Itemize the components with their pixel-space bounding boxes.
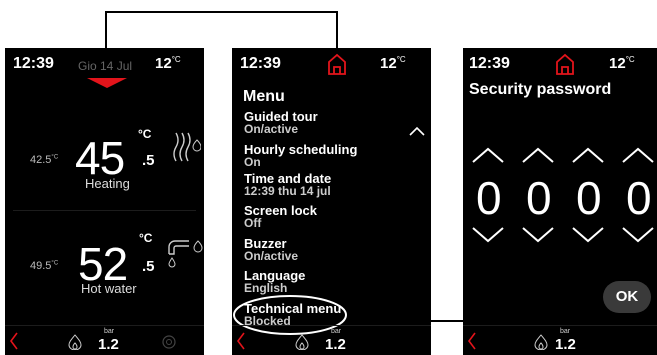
radiator-icon [173,132,201,162]
chevron-up-icon[interactable] [409,126,425,136]
divider [13,210,196,211]
back-arrow-icon[interactable] [467,331,477,351]
status-bar: 12:39 12°C [232,48,431,80]
outdoor-temp: 12°C [609,55,635,72]
pressure-value: 1.2 [555,336,576,353]
chevron-up-icon[interactable] [471,146,505,164]
screen-title: Security password [469,81,612,98]
bottom-bar: bar 1.2 [463,325,657,355]
clock: 12:39 [240,55,281,72]
menu-item-buzzer[interactable]: Buzzer On/active [244,237,298,262]
date: Gio 14 Jul [78,59,133,73]
bottom-bar: bar 1.2 [232,325,431,355]
hot-water-decimal: .5 [142,258,155,275]
chevron-up-icon[interactable] [571,146,605,164]
home-icon[interactable] [553,52,577,76]
flame-icon [534,334,548,350]
settings-icon[interactable] [160,333,178,351]
pressure-value: 1.2 [325,336,346,353]
password-digit-4[interactable]: 0 [626,171,652,225]
menu-item-screen-lock[interactable]: Screen lock Off [244,204,317,229]
menu-item-hourly-scheduling[interactable]: Hourly scheduling On [244,143,357,168]
status-bar: 12:39 Gio 14 Jul 12°C [5,48,204,80]
hot-water-label: Hot water [81,281,137,296]
ok-button[interactable]: OK [603,281,651,313]
pressure-unit: bar [104,328,115,335]
home-screen: 12:39 Gio 14 Jul 12°C 42.5°C 45 °C .5 He… [5,48,204,355]
menu-item-language[interactable]: Language English [244,269,305,294]
status-bar: 12:39 12°C [463,48,657,80]
menu-screen: 12:39 12°C Menu Guided tour On/active Hou… [232,48,431,355]
chevron-down-icon[interactable] [571,226,605,244]
pressure-value: 1.2 [98,336,119,353]
chevron-down-icon[interactable] [521,226,555,244]
bottom-bar: bar 1.2 [5,325,204,355]
flame-icon [295,334,309,350]
back-arrow-icon[interactable] [9,331,19,351]
chevron-up-icon[interactable] [521,146,555,164]
password-digit-2[interactable]: 0 [526,171,552,225]
hot-water-unit: °C [139,231,153,245]
hot-water-setpoint-ref: 49.5°C [30,260,59,272]
pressure-unit: bar [560,328,571,335]
menu-title: Menu [243,88,285,105]
password-digit-3[interactable]: 0 [576,171,602,225]
security-password-screen: 12:39 12°C Security password 0 0 0 0 OK … [463,48,657,355]
heating-label: Heating [85,176,130,191]
back-arrow-icon[interactable] [236,331,246,351]
home-tab-indicator[interactable] [87,78,127,88]
outdoor-temp: 12°C [155,55,181,72]
chevron-up-icon[interactable] [621,146,655,164]
clock: 12:39 [13,55,54,72]
chevron-down-icon[interactable] [621,226,655,244]
pressure-unit: bar [331,328,342,335]
chevron-down-icon[interactable] [471,226,505,244]
tap-icon [168,240,203,268]
password-digit-1[interactable]: 0 [476,171,502,225]
heating-unit: °C [138,127,152,141]
stage: 12:39 Gio 14 Jul 12°C 42.5°C 45 °C .5 He… [0,0,657,355]
home-icon[interactable] [325,52,349,76]
flame-icon [68,334,82,350]
clock: 12:39 [469,55,510,72]
menu-item-time-and-date[interactable]: Time and date 12:39 thu 14 jul [244,172,331,197]
heating-setpoint-ref: 42.5°C [30,154,59,166]
outdoor-temp: 12°C [380,55,406,72]
heating-decimal: .5 [142,152,155,169]
menu-item-guided-tour[interactable]: Guided tour On/active [244,110,318,135]
